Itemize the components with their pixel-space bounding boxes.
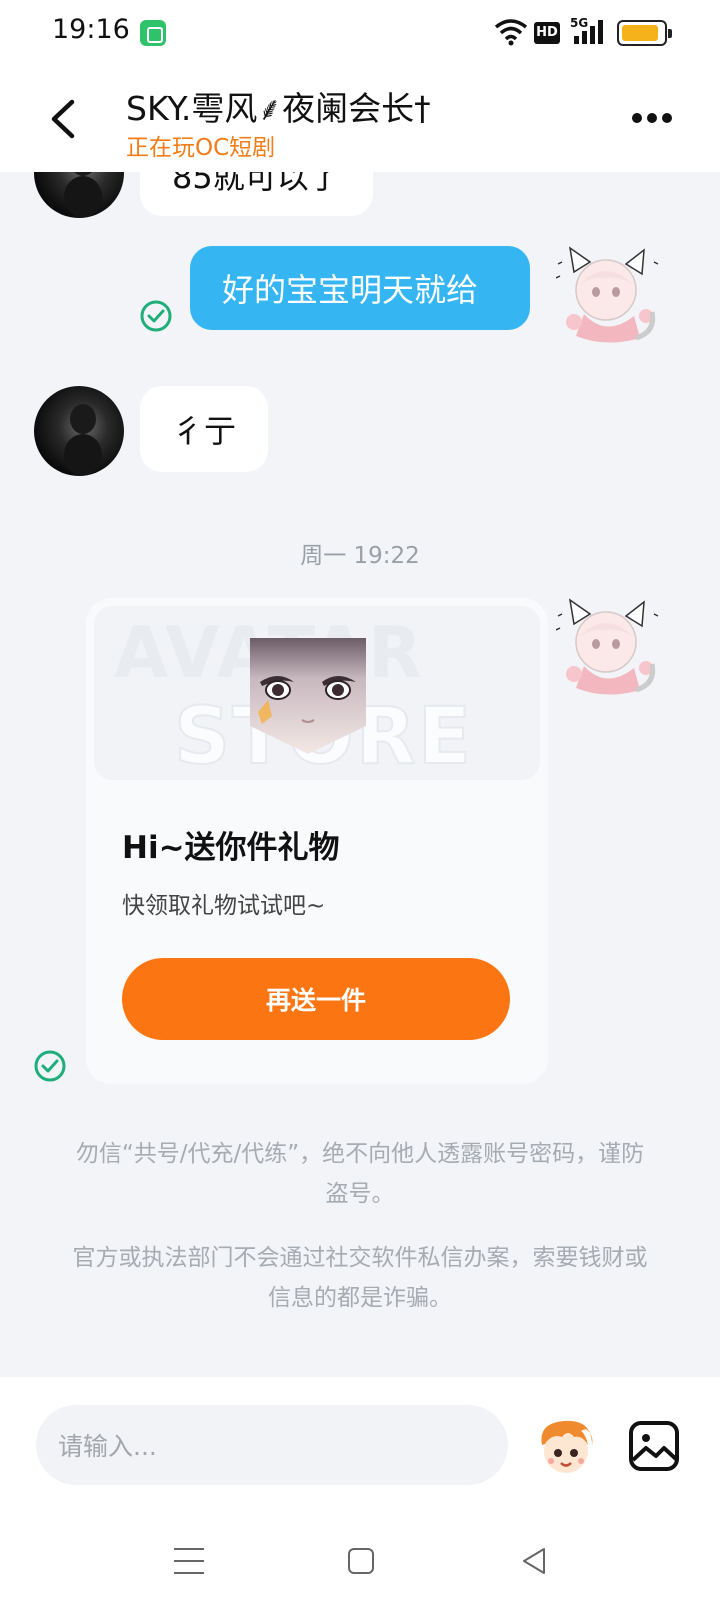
security-notice: 勿信“共号/代充/代练”，绝不向他人透露账号密码，谨防盗号。 xyxy=(75,1141,645,1207)
gift-card-description: 快领取礼物试试吧~ xyxy=(122,893,326,919)
contact-avatar[interactable] xyxy=(34,172,124,218)
my-avatar[interactable] xyxy=(556,242,660,352)
message-bubble-self[interactable]: 好的宝宝明天就给 xyxy=(190,246,530,330)
message-input[interactable]: 请输入... xyxy=(36,1405,508,1485)
message-timestamp: 周一 19:22 xyxy=(300,543,420,569)
message-bubble[interactable]: 彳亍 xyxy=(140,386,269,472)
emoji-sticker-icon[interactable] xyxy=(534,1415,598,1479)
send-another-gift-button[interactable]: 再送一件 xyxy=(122,958,510,1040)
signal-icon: 5G xyxy=(570,16,603,44)
chevron-left-icon[interactable] xyxy=(44,94,84,144)
nav-menu-button[interactable] xyxy=(174,1548,204,1576)
more-horizontal-icon[interactable] xyxy=(632,108,682,132)
status-bar: 19:16 HD 5G xyxy=(0,0,720,64)
status-time: 19:16 xyxy=(52,14,130,45)
nav-back-icon[interactable] xyxy=(520,1546,548,1576)
hd-badge: HD xyxy=(534,22,560,44)
check-circle-icon xyxy=(34,1050,66,1082)
message-bubble[interactable]: 85就可以了 xyxy=(140,172,373,216)
gift-card-title: Hi~送你件礼物 xyxy=(122,830,340,866)
my-avatar[interactable] xyxy=(556,594,660,704)
network-type-label: 5G xyxy=(570,16,588,30)
image-icon[interactable] xyxy=(628,1420,680,1472)
fraud-notice: 官方或执法部门不会通过社交软件私信办案，索要钱财或信息的都是诈骗。 xyxy=(72,1245,648,1311)
battery-icon xyxy=(617,20,672,46)
app-notification-icon xyxy=(140,20,166,46)
message-list[interactable]: 85就可以了 好的宝宝明天就给 彳亍 周一 19:22 Hi~送你件礼物 快领取… xyxy=(0,172,720,1377)
nav-home-button[interactable] xyxy=(348,1548,374,1574)
input-area: 请输入... xyxy=(0,1377,720,1612)
contact-avatar[interactable] xyxy=(34,386,124,476)
gift-avatar-face-image xyxy=(250,638,366,754)
check-circle-icon xyxy=(140,300,172,332)
wifi-icon xyxy=(494,19,528,46)
chat-header: SKY.雩风⸙夜阑会长† 正在玩OC短剧 xyxy=(0,64,720,172)
contact-activity-status: 正在玩OC短剧 xyxy=(126,135,276,161)
contact-name: SKY.雩风⸙夜阑会长† xyxy=(126,89,431,128)
